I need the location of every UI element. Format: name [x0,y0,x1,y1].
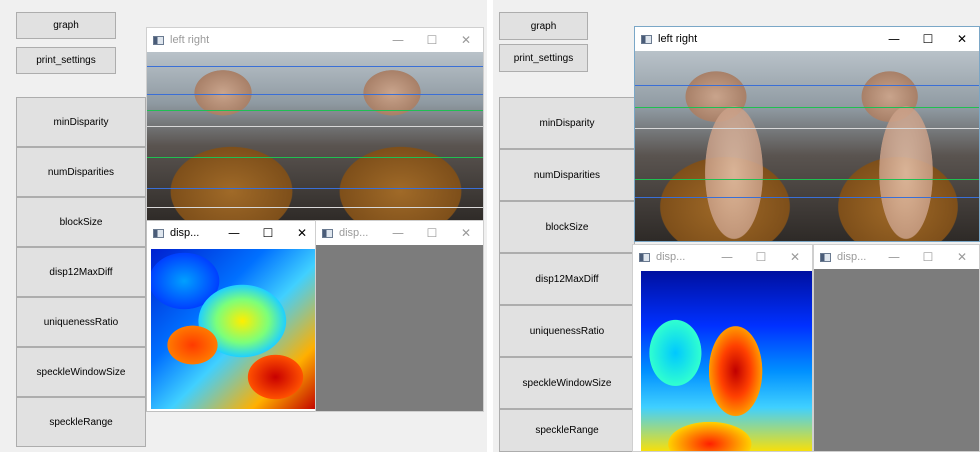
close-icon[interactable]: ✕ [285,221,319,245]
epipolar-line [147,126,483,127]
epipolar-line [147,207,483,208]
maximize-icon[interactable]: ☐ [911,27,945,51]
print-settings-button[interactable]: print_settings [16,47,116,74]
close-icon[interactable]: ✕ [778,245,812,269]
trackbar-disp12-max-diff[interactable]: disp12MaxDiff [499,253,635,305]
trackbar-block-size[interactable]: blockSize [499,201,635,253]
hand-region [692,70,776,241]
maximize-icon[interactable]: ☐ [415,221,449,245]
trackbar-disp12-max-diff[interactable]: disp12MaxDiff [16,247,146,297]
app-window-icon [322,228,333,238]
trackbar-block-size[interactable]: blockSize [16,197,146,247]
left-right-titlebar[interactable]: left right — ☐ ✕ [635,27,979,51]
trackbar-speckle-range[interactable]: speckleRange [499,409,635,452]
maximize-icon[interactable]: ☐ [744,245,778,269]
left-right-title: left right [658,33,698,45]
epipolar-line [147,94,483,95]
disparity-titlebar[interactable]: disp... — ☐ ✕ [316,221,483,245]
left-right-window[interactable]: left right — ☐ ✕ [146,27,484,223]
disparity-map-image [151,249,317,409]
epipolar-line [147,66,483,67]
disparity-title: disp... [837,251,867,263]
disparity-titlebar[interactable]: disp... — ☐ ✕ [147,221,319,245]
disparity-title: disp... [170,227,200,239]
epipolar-line [147,188,483,189]
epipolar-line [147,110,483,111]
trackbar-min-disparity[interactable]: minDisparity [16,97,146,147]
left-camera-image [147,52,316,222]
left-right-window[interactable]: left right — ☐ ✕ [634,26,980,242]
app-window-icon [639,252,650,262]
epipolar-line [635,197,979,198]
maximize-icon[interactable]: ☐ [251,221,285,245]
right-camera-image [815,51,979,241]
left-screenshot-panel: graph print_settings minDisparity numDis… [0,0,487,452]
app-window-icon [153,35,164,45]
maximize-icon[interactable]: ☐ [415,28,449,52]
disparity-title: disp... [339,227,369,239]
disparity-title: disp... [656,251,686,263]
close-icon[interactable]: ✕ [945,27,979,51]
trackbar-uniqueness-ratio[interactable]: uniquenessRatio [499,305,635,357]
close-icon[interactable]: ✕ [449,221,483,245]
close-icon[interactable]: ✕ [449,28,483,52]
stereo-pair-image [635,51,979,241]
epipolar-line [635,179,979,180]
disparity-window-2[interactable]: disp... — ☐ ✕ [813,244,980,452]
minimize-icon[interactable]: — [381,28,415,52]
graph-button[interactable]: graph [16,12,116,39]
maximize-icon[interactable]: ☐ [911,245,945,269]
epipolar-line [635,85,979,86]
disparity-titlebar[interactable]: disp... — ☐ ✕ [814,245,979,269]
minimize-icon[interactable]: — [217,221,251,245]
trackbar-speckle-window-size[interactable]: speckleWindowSize [16,347,146,397]
trackbar-speckle-window-size[interactable]: speckleWindowSize [499,357,635,409]
right-camera-image [316,52,483,222]
right-screenshot-panel: graph print_settings minDisparity numDis… [493,0,980,452]
app-window-icon [820,252,831,262]
trackbar-uniqueness-ratio[interactable]: uniquenessRatio [16,297,146,347]
minimize-icon[interactable]: — [710,245,744,269]
epipolar-line [635,128,979,129]
graph-button[interactable]: graph [499,12,588,40]
stereo-pair-image [147,52,483,222]
disparity-window[interactable]: disp... — ☐ ✕ [146,220,320,412]
print-settings-button[interactable]: print_settings [499,44,588,72]
disparity-map-image [641,271,812,451]
trackbar-num-disparities[interactable]: numDisparities [16,147,146,197]
epipolar-line [635,107,979,108]
app-window-icon [153,228,164,238]
close-icon[interactable]: ✕ [945,245,979,269]
minimize-icon[interactable]: — [877,245,911,269]
app-window-icon [641,34,652,44]
epipolar-line [147,157,483,158]
minimize-icon[interactable]: — [877,27,911,51]
trackbar-min-disparity[interactable]: minDisparity [499,97,635,149]
minimize-icon[interactable]: — [381,221,415,245]
left-right-title: left right [170,34,210,46]
disparity-window[interactable]: disp... — ☐ ✕ [632,244,813,452]
left-camera-image [635,51,815,241]
disparity-empty-image [316,245,483,411]
disparity-window-2[interactable]: disp... — ☐ ✕ [315,220,484,412]
disparity-empty-image [814,269,979,451]
trackbar-speckle-range[interactable]: speckleRange [16,397,146,447]
hand-region [868,70,945,241]
disparity-titlebar[interactable]: disp... — ☐ ✕ [633,245,812,269]
left-right-titlebar[interactable]: left right — ☐ ✕ [147,28,483,52]
trackbar-num-disparities[interactable]: numDisparities [499,149,635,201]
